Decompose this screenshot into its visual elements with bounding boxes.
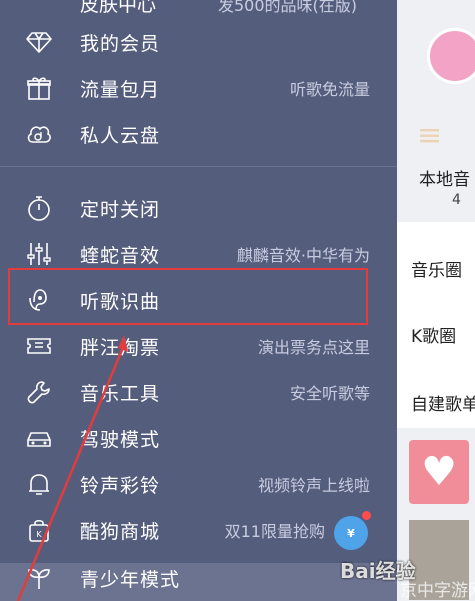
drawer-item-label: 胖汪淘票	[80, 336, 161, 359]
drawer-item-label: 流量包月	[80, 78, 161, 101]
drawer-item-label: 私人云盘	[80, 124, 161, 147]
drawer-item-sub: 听歌免流量	[289, 80, 370, 99]
bone-icon: ≡	[417, 118, 443, 153]
gift-icon	[24, 73, 54, 103]
equalizer-icon	[24, 239, 54, 269]
drawer-item-sub: 麒麟音效·中华有为	[236, 246, 370, 265]
drawer-item-tickets[interactable]: 胖汪淘票 演出票务点这里	[0, 323, 397, 369]
watermark-site: 京中字游网	[400, 581, 475, 601]
drawer-item-skin-sub: 发500的品味(在版)	[218, 0, 358, 15]
favorites-heart-icon[interactable]: ♥	[409, 440, 469, 504]
drawer-item-sub: 双11限量抢购	[224, 522, 325, 541]
drawer-item-label: 驾驶模式	[80, 428, 161, 451]
menu-item-my-playlist[interactable]: 自建歌单	[411, 390, 475, 415]
drawer-item-data-plan[interactable]: 流量包月 听歌免流量	[0, 65, 397, 111]
drawer-item-label: 我的会员	[80, 32, 161, 55]
drawer-item-driving-mode[interactable]: 驾驶模式	[0, 415, 397, 461]
menu-item-music-circle[interactable]: 音乐圈	[411, 256, 462, 281]
drawer-item-sub: 视频铃声上线啦	[257, 476, 370, 495]
highlight-box	[8, 268, 368, 325]
local-music-label[interactable]: 本地音	[419, 165, 470, 190]
drawer-item-label: 音乐工具	[80, 382, 161, 405]
diamond-icon	[24, 27, 54, 57]
drawer-item-skin-label[interactable]: 皮肤中心	[80, 0, 156, 17]
drawer-item-label: 定时关闭	[80, 198, 161, 221]
drawer-item-sub: 演出票务点这里	[257, 338, 370, 357]
svg-text:K: K	[36, 530, 42, 539]
drawer-item-ringtone[interactable]: 铃声彩铃 视频铃声上线啦	[0, 461, 397, 507]
ticket-icon	[24, 331, 54, 361]
shop-bag-icon: K	[24, 515, 54, 545]
avatar[interactable]	[427, 28, 475, 84]
drawer-item-label: 酷狗商城	[80, 520, 161, 543]
drawer-divider	[0, 166, 397, 167]
cloud-icon	[24, 119, 54, 149]
promo-badge-icon[interactable]: ¥	[334, 516, 368, 550]
timer-icon	[24, 193, 54, 223]
car-icon	[24, 423, 54, 453]
bell-icon	[24, 469, 54, 499]
wrench-icon	[24, 377, 54, 407]
drawer-item-label: 青少年模式	[80, 568, 181, 591]
menu-item-k-song-circle[interactable]: K歌圈	[411, 322, 456, 347]
main-content-peek: ≡ 本地音 4 音乐圈 K歌圈 自建歌单 ♥	[397, 0, 475, 601]
drawer-item-timer[interactable]: 定时关闭	[0, 185, 397, 231]
drawer-item-sub: 安全听歌等	[289, 384, 370, 403]
drawer-item-label: 蝰蛇音效	[80, 244, 161, 267]
drawer-item-teen-mode[interactable]: 青少年模式	[0, 555, 397, 601]
drawer-item-label: 铃声彩铃	[80, 474, 161, 497]
drawer-item-cloud[interactable]: 私人云盘	[0, 111, 397, 157]
local-music-count: 4	[452, 192, 461, 208]
drawer-item-music-tools[interactable]: 音乐工具 安全听歌等	[0, 369, 397, 415]
notification-dot	[362, 511, 371, 520]
sprout-icon	[24, 563, 54, 593]
drawer-item-vip[interactable]: 我的会员	[0, 19, 397, 65]
